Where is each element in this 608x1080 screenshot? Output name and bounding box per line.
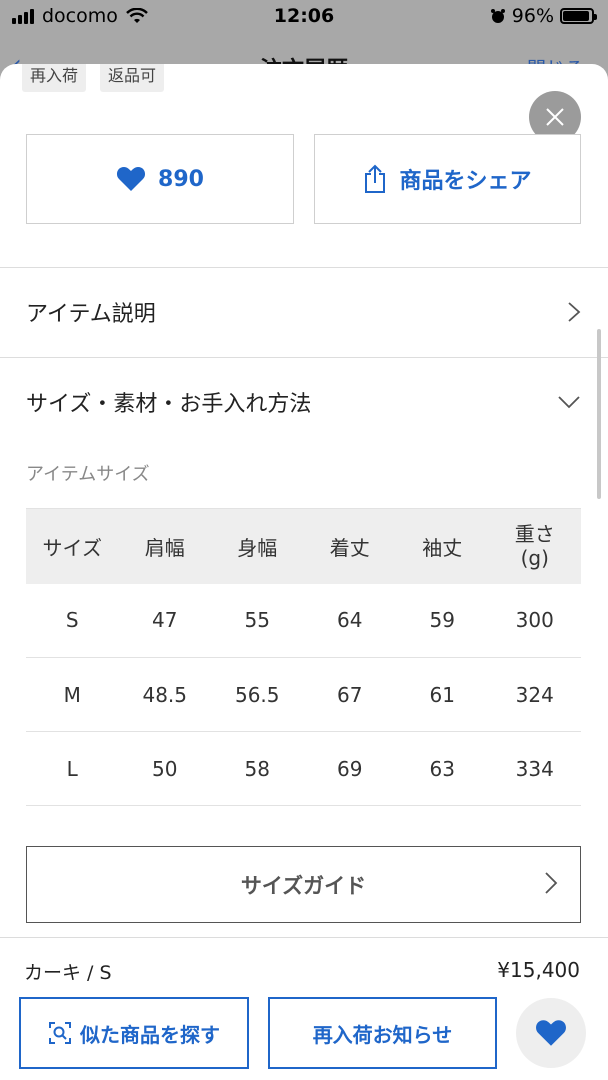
col-header-weight: 重さ (g) [488,508,581,584]
table-cell: 63 [396,731,489,806]
table-cell: 56.5 [211,657,304,732]
divider [0,357,608,358]
table-header-row: サイズ 肩幅 身幅 着丈 袖丈 重さ (g) [26,508,581,584]
share-button[interactable]: 商品をシェア [314,134,581,224]
table-cell: 64 [303,583,396,658]
heart-icon [536,1020,566,1046]
size-table: サイズ 肩幅 身幅 着丈 袖丈 重さ (g) S 47 55 64 59 300… [26,508,581,806]
table-cell: 334 [488,731,581,806]
tag-restock: 再入荷 [22,64,87,92]
table-cell: 55 [211,583,304,658]
size-guide-label: サイズガイド [240,873,367,898]
table-cell: 324 [488,657,581,732]
tag-list: 再入荷 返品可 [22,64,165,92]
table-cell: 59 [396,583,489,658]
chevron-right-icon [545,872,558,894]
heart-icon [116,167,146,191]
like-button[interactable]: 890 [26,134,294,224]
find-similar-button[interactable]: 似た商品を探す [19,997,249,1069]
find-similar-label: 似た商品を探す [80,1022,220,1047]
table-cell: 50 [118,731,211,806]
col-header-size: サイズ [26,508,119,584]
divider [0,267,608,268]
share-label: 商品をシェア [399,169,532,194]
table-cell: 300 [488,583,581,658]
item-size-heading: アイテムサイズ [26,464,150,485]
table-cell: 69 [303,731,396,806]
table-row: L 50 58 69 63 334 [26,731,581,806]
restock-notify-label: 再入荷お知らせ [312,1022,453,1047]
table-cell: 58 [211,731,304,806]
table-cell: 47 [118,583,211,658]
chevron-down-icon [558,396,580,409]
item-description-label: アイテム説明 [26,302,156,327]
table-cell: 67 [303,657,396,732]
bottom-purchase-bar: カーキ / S ¥15,400 似た商品を探す 再入荷お知らせ [0,937,608,1080]
item-description-row[interactable]: アイテム説明 [26,292,581,332]
size-material-label: サイズ・素材・お手入れ方法 [26,392,312,417]
share-icon [365,164,386,193]
table-row: S 47 55 64 59 300 [26,583,581,658]
table-cell: S [26,583,119,658]
alarm-icon [490,9,505,23]
image-search-icon [49,1022,71,1044]
favorite-button[interactable] [516,998,586,1068]
col-header-shoulder: 肩幅 [118,508,211,584]
size-material-row[interactable]: サイズ・素材・お手入れ方法 [26,382,581,422]
status-bar: docomo 12:06 96% [0,0,608,34]
col-header-sleeve: 袖丈 [396,508,489,584]
table-cell: 61 [396,657,489,732]
battery-percent: 96% [511,5,554,27]
battery-icon [560,8,597,24]
restock-notify-button[interactable]: 再入荷お知らせ [268,997,497,1069]
tag-returnable: 返品可 [100,64,165,92]
table-cell: L [26,731,119,806]
close-icon [546,108,564,126]
table-row: M 48.5 56.5 67 61 324 [26,657,581,732]
action-row: 890 商品をシェア [26,134,581,224]
selected-variant: カーキ / S [24,962,112,984]
table-cell: 48.5 [118,657,211,732]
table-cell: M [26,657,119,732]
size-guide-button[interactable]: サイズガイド [26,846,581,923]
scrollbar[interactable] [597,329,601,499]
col-header-length: 着丈 [303,508,396,584]
product-detail-sheet: 再入荷 返品可 890 商品をシェア アイテム説明 サイズ・素材・お手入れ方法 … [0,64,608,1080]
chevron-right-icon [568,302,581,322]
like-count: 890 [158,166,204,192]
price: ¥15,400 [497,958,580,982]
col-header-body-width: 身幅 [211,508,304,584]
